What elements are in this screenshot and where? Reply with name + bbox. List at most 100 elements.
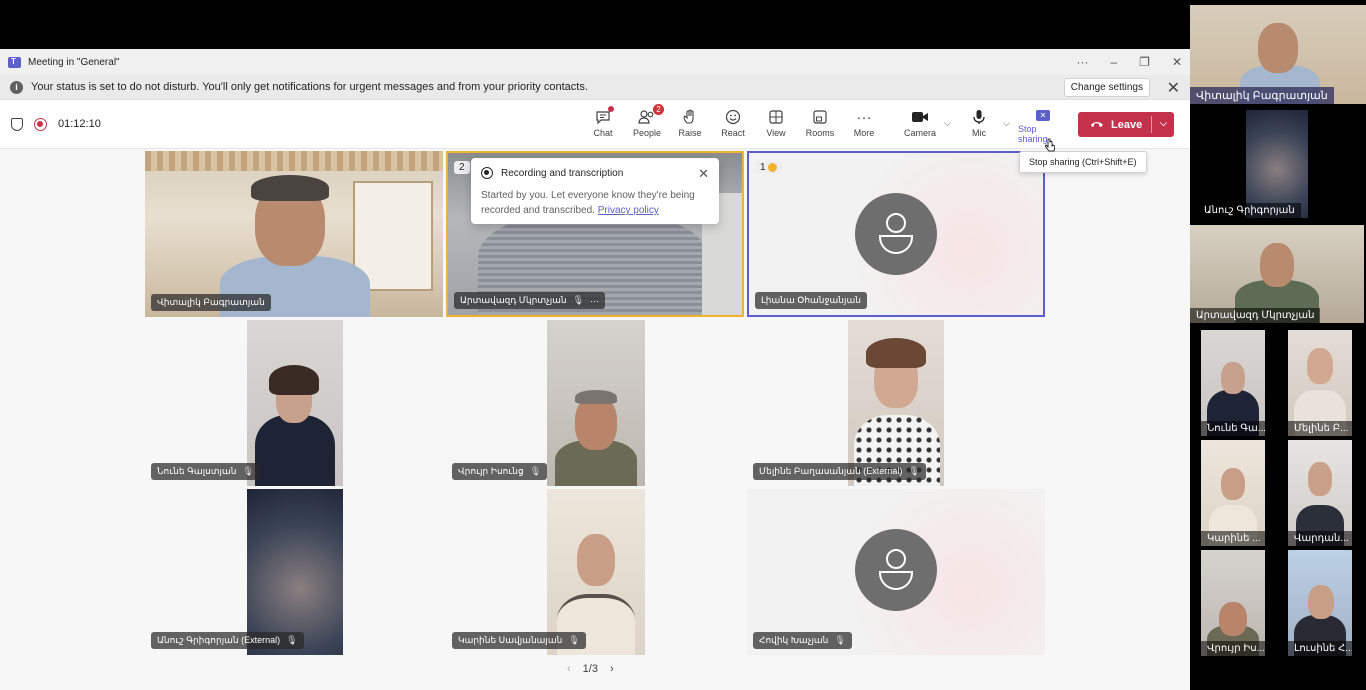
mic-off-icon: 🎙	[286, 635, 298, 645]
participant-name: Լուսինե Հ...	[1288, 641, 1352, 656]
participant-name-tag: Արտավազդ Մկրտչյան 🎙 ···	[454, 292, 606, 309]
video-tile[interactable]: Հովիկ Խաչյան 🎙	[747, 489, 1045, 655]
ceiling-slats	[145, 151, 443, 171]
teams-logo-icon	[8, 56, 21, 68]
video-tile[interactable]: Անուշ Գրիգորյան (External) 🎙	[145, 489, 443, 655]
page-indicator: 1/3	[582, 663, 598, 675]
person-face	[1308, 462, 1332, 496]
close-window-button[interactable]: ✕	[1172, 55, 1182, 69]
react-label: React	[721, 128, 745, 138]
participant-name: Կարինե Սավյանայան	[458, 635, 563, 645]
avatar-head	[886, 549, 906, 569]
next-page-button[interactable]: ›	[610, 663, 614, 675]
stop-sharing-label: Stop sharing	[1018, 124, 1048, 144]
banner-close-icon[interactable]: ✕	[1167, 78, 1180, 98]
more-options-icon[interactable]: ···	[590, 296, 599, 306]
view-button[interactable]: View	[754, 106, 798, 144]
popup-message: Started by you. Let everyone know they'r…	[481, 190, 695, 216]
video-tile[interactable]: Վիտալիկ Բագրատյան	[145, 151, 443, 317]
person-face	[1221, 468, 1245, 500]
minimize-button[interactable]: –	[1110, 55, 1117, 69]
raise-hand-button[interactable]: Raise	[668, 106, 712, 144]
window-controls: ··· – ❐ ✕	[1076, 49, 1182, 75]
leave-label: Leave	[1111, 118, 1143, 131]
side-video-tile[interactable]: Նունե Գա...	[1201, 330, 1265, 436]
people-button[interactable]: 2 People	[625, 104, 669, 144]
mic-button[interactable]: Mic	[957, 106, 1001, 144]
chat-button[interactable]: Chat	[581, 106, 625, 144]
side-video-tile[interactable]: Արտավազդ Մկրտչյան	[1190, 225, 1364, 323]
meeting-timer: 01:12:10	[58, 118, 101, 130]
mouse-cursor-icon	[1045, 138, 1055, 152]
person-hair	[575, 390, 617, 404]
react-button[interactable]: React	[711, 106, 755, 144]
side-video-tile[interactable]: Վրույր Իս...	[1201, 550, 1265, 656]
participant-name-tag: Անուշ Գրիգորյան (External) 🎙	[151, 632, 304, 649]
leave-button[interactable]: Leave ⌵	[1078, 112, 1174, 137]
video-tile[interactable]: Մելինե Բաղասանյան (External) 🎙	[747, 320, 1045, 486]
mic-options-chevron-icon[interactable]: ⌵	[1003, 118, 1010, 129]
participant-name: Արտավազդ Մկրտչյան	[460, 295, 567, 305]
participant-name: Մելինե Բաղասանյան (External)	[759, 466, 903, 476]
side-video-tile[interactable]: Վիտալիկ Բագրատյան	[1190, 5, 1366, 104]
prev-page-button[interactable]: ‹	[567, 663, 571, 675]
participant-name: Անուշ Գրիգորյան	[1198, 203, 1301, 218]
side-video-tile[interactable]: Լուսինե Հ...	[1288, 550, 1352, 656]
chat-label: Chat	[593, 128, 613, 138]
privacy-policy-link[interactable]: Privacy policy	[598, 205, 659, 216]
change-settings-button[interactable]: Change settings	[1063, 78, 1150, 97]
person-face	[1221, 362, 1245, 394]
raise-label: Raise	[678, 128, 702, 138]
grid-icon	[768, 106, 784, 128]
info-icon: i	[10, 80, 23, 94]
shield-icon	[11, 118, 23, 131]
view-label: View	[766, 128, 786, 138]
participant-name: Նունե Գալստյան	[157, 466, 237, 476]
banner-message: Your status is set to do not disturb. Yo…	[31, 81, 588, 93]
participant-name-tag: Հովիկ Խաչյան 🎙	[753, 632, 852, 649]
stop-sharing-button[interactable]: ✕ Stop sharing	[1018, 106, 1068, 144]
video-tile-selected[interactable]: 1 Լիանա Օհանջանյան	[747, 151, 1045, 317]
number-value: 1	[760, 162, 766, 173]
rooms-button[interactable]: Rooms	[798, 106, 842, 144]
title-bar: Meeting in "General" ··· – ❐ ✕	[0, 49, 1190, 75]
participant-name: Վրույր Իս...	[1201, 641, 1265, 656]
participant-name-tag: Մելինե Բաղասանյան (External) 🎙	[753, 463, 926, 480]
side-video-tile[interactable]: Կարինե ...	[1201, 440, 1265, 546]
side-video-tile[interactable]: Անուշ Գրիգորյան	[1198, 110, 1308, 218]
camera-label: Camera	[903, 128, 936, 138]
camera-options-chevron-icon[interactable]: ⌵	[944, 118, 951, 129]
person-face	[1219, 602, 1247, 636]
teams-meeting-window: Meeting in "General" ··· – ❐ ✕ i Your st…	[0, 49, 1190, 690]
popup-body: Started by you. Let everyone know they'r…	[481, 188, 709, 218]
rooms-label: Rooms	[805, 128, 835, 138]
raised-hand-icon	[767, 163, 777, 172]
video-tile[interactable]: Կարինե Սավյանայան 🎙	[446, 489, 744, 655]
participant-name: Նունե Գա...	[1201, 421, 1265, 436]
restore-button[interactable]: ❐	[1139, 55, 1150, 69]
stop-share-icon: ✕	[1036, 106, 1050, 124]
video-feed	[1246, 110, 1308, 218]
camera-button[interactable]: Camera	[898, 106, 942, 144]
person-avatar-icon	[855, 529, 937, 611]
more-options-icon[interactable]: ···	[1076, 55, 1088, 69]
side-video-tile[interactable]: Վարդան...	[1288, 440, 1352, 546]
side-video-tile[interactable]: Մելինե Բ...	[1288, 330, 1352, 436]
video-tile[interactable]: Վրույր Իսունց 🎙	[446, 320, 744, 486]
recording-notification-popup: Recording and transcription ✕ Started by…	[471, 158, 719, 224]
video-tile[interactable]: Նունե Գալստյան 🎙	[145, 320, 443, 486]
mic-off-icon: 🎙	[529, 466, 542, 476]
more-button[interactable]: ··· More	[842, 106, 886, 144]
pagination: ‹ 1/3 ›	[567, 663, 614, 675]
recording-icon	[34, 118, 47, 131]
participant-name-tag: Կարինե Սավյանայան 🎙	[452, 632, 586, 649]
mic-off-icon: 🎙	[834, 635, 846, 645]
mic-off-icon: 🎙	[908, 466, 920, 476]
close-icon[interactable]: ✕	[698, 166, 709, 182]
leave-options-chevron-icon[interactable]: ⌵	[1160, 118, 1167, 129]
people-count-badge: 2	[653, 104, 664, 115]
phone-hangup-icon	[1090, 119, 1104, 131]
participant-name: Լիանա Օհանջանյան	[761, 295, 861, 305]
participant-name: Մելինե Բ...	[1288, 421, 1352, 436]
participant-name: Հովիկ Խաչյան	[759, 635, 829, 645]
